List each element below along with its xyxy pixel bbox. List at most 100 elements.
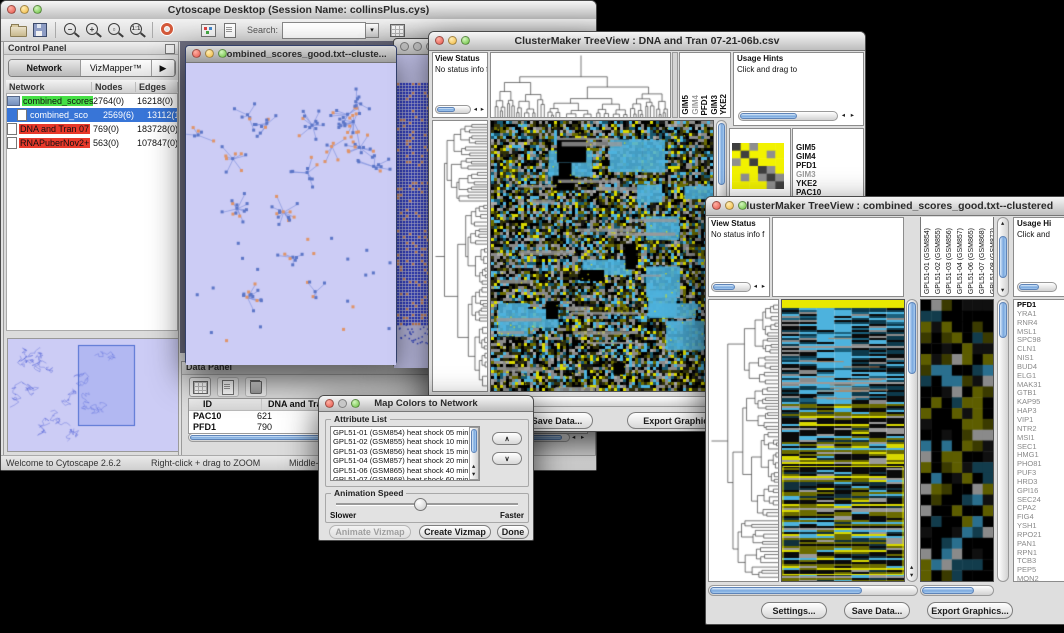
tv1-row-label[interactable]: GIM4 — [796, 152, 821, 161]
col-nodes[interactable]: Nodes — [92, 82, 136, 92]
zoom-window-icon[interactable] — [33, 5, 42, 14]
cytoscape-titlebar[interactable]: Cytoscape Desktop (Session Name: collins… — [1, 1, 596, 20]
help-ring-icon[interactable] — [158, 21, 178, 39]
network-table-row[interactable]: combined_sco2569(6)13112(15) — [7, 108, 177, 122]
create-vizmap-button[interactable]: Create Vizmap — [419, 525, 491, 539]
tv2-heatmap[interactable] — [782, 300, 904, 581]
tv2-col-label[interactable]: GPL51-04 (GSM857) — [956, 228, 966, 294]
float-panel-icon[interactable] — [165, 44, 175, 54]
treeview1-titlebar[interactable]: ClusterMaker TreeView : DNA and Tran 07-… — [429, 32, 865, 51]
dialog-titlebar[interactable]: Map Colors to Network — [319, 396, 533, 412]
usage-hints-scrollbar[interactable] — [738, 111, 838, 121]
tab-more[interactable]: ▶ — [152, 60, 175, 76]
scroll-up-icon[interactable]: ▴ — [910, 564, 913, 571]
tv2-column-tree-panel[interactable] — [772, 217, 904, 297]
tv1-splitter[interactable] — [672, 52, 678, 118]
zoom-selected-icon[interactable]: ▫ — [105, 21, 125, 39]
tv1-row-dendrogram[interactable] — [433, 121, 487, 391]
search-dropdown-icon[interactable]: ▾ — [366, 23, 379, 38]
create-attribute-icon[interactable] — [217, 377, 239, 397]
tv1-submatrix[interactable] — [732, 143, 784, 189]
close-icon[interactable] — [192, 49, 201, 58]
tv1-col-label[interactable]: YKE2 — [720, 94, 729, 115]
scroll-right-icon[interactable]: ▸ — [581, 434, 584, 441]
minimize-icon[interactable] — [20, 5, 29, 14]
attribute-list-item[interactable]: GPL51-01 (GSM854) heat shock 05 min — [333, 428, 468, 437]
tv2-heatmap-vscroll[interactable]: ▴ ▾ — [906, 299, 918, 582]
tv1-col-label[interactable]: PFD1 — [701, 95, 710, 115]
zoom-in-icon[interactable]: + — [83, 21, 103, 39]
scroll-left-icon[interactable]: ◂ — [572, 434, 575, 441]
export-graphics-button[interactable]: Export Graphics... — [927, 602, 1013, 619]
attribute-list-vscroll[interactable]: ▴ ▾ — [469, 427, 479, 480]
zoom-out-icon[interactable]: − — [61, 21, 81, 39]
settings-button[interactable]: Settings... — [761, 602, 827, 619]
delete-attribute-icon[interactable] — [245, 377, 267, 397]
scroll-left-icon[interactable]: ◂ — [842, 112, 845, 119]
minimize-icon[interactable] — [448, 36, 457, 45]
network-table-row[interactable]: combined_scores2764(0)16218(0) — [7, 94, 177, 108]
network-frame-1-titlebar[interactable]: combined_scores_good.txt--cluste... — [186, 46, 396, 63]
select-attributes-icon[interactable] — [189, 377, 211, 397]
network-table-row[interactable]: RNAPuberNov2+563(0)107847(0) — [7, 136, 177, 150]
done-button[interactable]: Done — [497, 525, 529, 539]
scroll-right-icon[interactable]: ▸ — [762, 283, 765, 290]
close-icon[interactable] — [400, 42, 409, 51]
animate-vizmap-button[interactable]: Animate Vizmap — [329, 525, 411, 539]
slider-thumb[interactable] — [414, 498, 427, 511]
attribute-list-item[interactable]: GPL51-04 (GSM857) heat shock 20 min — [333, 456, 468, 465]
tv1-row-label[interactable]: GIM3 — [796, 170, 821, 179]
tv2-genelist-vscroll[interactable] — [997, 299, 1009, 582]
scroll-up-icon[interactable]: ▴ — [1001, 220, 1004, 227]
tv1-col-label[interactable]: GIM5 — [682, 95, 691, 115]
tv2-hscroll[interactable] — [708, 585, 918, 596]
scroll-right-icon[interactable]: ▸ — [481, 106, 484, 113]
scroll-down-icon[interactable]: ▾ — [1001, 287, 1004, 294]
move-up-button[interactable]: ∧ — [492, 432, 522, 445]
tv1-heatmap[interactable] — [491, 121, 713, 391]
tv2-col-label[interactable]: GPL51-02 (GSM855) — [934, 228, 944, 294]
open-file-icon[interactable] — [8, 21, 28, 39]
attribute-table-icon[interactable] — [387, 21, 407, 39]
tab-vizmapper[interactable]: VizMapper™ — [81, 60, 153, 76]
scroll-up-icon[interactable]: ▴ — [472, 463, 475, 470]
close-icon[interactable] — [435, 36, 444, 45]
zoom-fit-icon[interactable]: 1:1 — [127, 21, 147, 39]
col-network[interactable]: Network — [6, 82, 92, 92]
overview-canvas[interactable] — [7, 338, 179, 452]
minimize-icon[interactable] — [205, 49, 214, 58]
attribute-list-item[interactable]: GPL51-02 (GSM855) heat shock 10 min — [333, 437, 468, 446]
tv1-row-label[interactable]: YKE2 — [796, 179, 821, 188]
view-status-scrollbar[interactable] — [435, 105, 471, 114]
close-icon[interactable] — [712, 201, 721, 210]
scroll-left-icon[interactable]: ◂ — [474, 106, 477, 113]
zoom-window-icon[interactable] — [738, 201, 747, 210]
scroll-down-icon[interactable]: ▾ — [472, 471, 475, 478]
scroll-down-icon[interactable]: ▾ — [910, 572, 913, 579]
window-lights[interactable] — [7, 5, 42, 14]
tv1-col-label[interactable]: GIM4 — [692, 95, 701, 115]
tv2-col-label[interactable]: GPL51-03 (GSM856) — [945, 228, 955, 294]
gene-label[interactable]: MON2 — [1017, 575, 1064, 582]
id-column-header[interactable]: ID — [189, 399, 262, 410]
close-icon[interactable] — [325, 399, 334, 408]
network-table-row[interactable]: DNA and Tran 07769(0)183728(0) — [7, 122, 177, 136]
tv2-col-label[interactable]: GPL51-06 (GSM865) — [967, 228, 977, 294]
tv2-hscroll2[interactable] — [920, 585, 994, 596]
tv2-zoom-heatmap[interactable] — [921, 300, 993, 581]
close-icon[interactable] — [7, 5, 16, 14]
tab-network[interactable]: Network — [9, 60, 81, 76]
tv1-row-label[interactable]: GIM5 — [796, 143, 821, 152]
attribute-list-item[interactable]: GPL51-03 (GSM856) heat shock 15 min — [333, 447, 468, 456]
network-canvas[interactable] — [186, 63, 396, 365]
annotation-icon[interactable] — [220, 21, 240, 39]
save-icon[interactable] — [30, 21, 50, 39]
attribute-list-item[interactable]: GPL51-06 (GSM865) heat shock 40 min — [333, 466, 468, 475]
view-status-scrollbar[interactable] — [711, 282, 751, 292]
minimize-icon[interactable] — [725, 201, 734, 210]
scroll-left-icon[interactable]: ◂ — [754, 283, 757, 290]
treeview2-titlebar[interactable]: ClusterMaker TreeView : combined_scores_… — [706, 197, 1064, 216]
col-edges[interactable]: Edges — [136, 82, 178, 92]
zoom-window-icon[interactable] — [351, 399, 360, 408]
tv1-row-label[interactable]: PFD1 — [796, 161, 821, 170]
